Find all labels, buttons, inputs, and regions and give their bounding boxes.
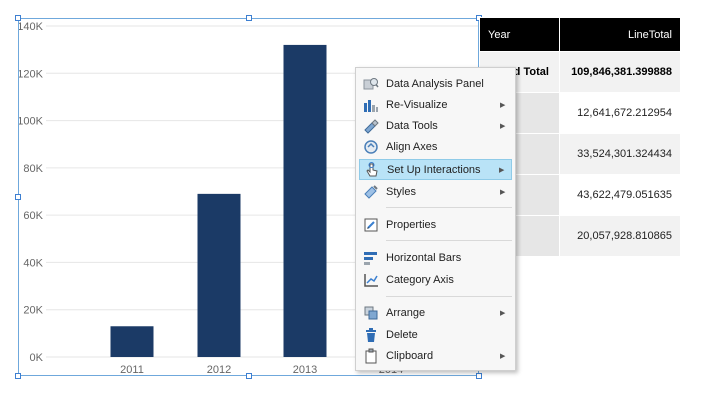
data-analysis-panel-icon xyxy=(363,76,379,92)
menu-item-label: Arrange xyxy=(386,306,426,319)
menu-item-label: Clipboard xyxy=(386,349,434,362)
resize-handle-bottom[interactable] xyxy=(246,373,252,379)
menu-item-horizontal-bars[interactable]: Horizontal Bars xyxy=(359,247,512,268)
arrange-icon xyxy=(363,305,379,321)
table-cell-linetotal: 43,622,479.051635 xyxy=(559,174,681,216)
submenu-arrow-icon: ▶ xyxy=(500,352,506,360)
resize-handle-top-left[interactable] xyxy=(15,15,21,21)
align-axes-icon xyxy=(363,139,379,155)
grand-total-value: 109,846,381.399888 xyxy=(559,51,681,93)
submenu-arrow-icon: ▶ xyxy=(500,122,506,130)
menu-item-set-up-interactions[interactable]: Set Up Interactions ▶ xyxy=(359,159,512,180)
menu-item-label: Align Axes xyxy=(386,140,438,153)
submenu-arrow-icon: ▶ xyxy=(499,166,505,174)
properties-icon xyxy=(363,217,379,233)
horizontal-bars-icon xyxy=(363,250,379,266)
menu-item-arrange[interactable]: Arrange ▶ xyxy=(359,302,512,323)
menu-item-properties[interactable]: Properties xyxy=(359,214,512,235)
column-header-linetotal[interactable]: LineTotal xyxy=(559,17,681,52)
menu-separator xyxy=(386,296,512,297)
menu-item-label: Data Analysis Panel xyxy=(386,77,484,90)
menu-item-label: Properties xyxy=(386,218,437,231)
menu-item-category-axis[interactable]: Category Axis xyxy=(359,269,512,290)
menu-item-label: Category Axis xyxy=(386,273,454,286)
menu-item-label: Horizontal Bars xyxy=(386,251,462,264)
resize-handle-left[interactable] xyxy=(15,194,21,200)
menu-item-label: Re-Visualize xyxy=(386,98,448,111)
menu-item-data-analysis-panel[interactable]: Data Analysis Panel xyxy=(359,73,512,94)
styles-icon xyxy=(363,184,379,200)
menu-item-clipboard[interactable]: Clipboard ▶ xyxy=(359,345,512,366)
menu-separator xyxy=(386,207,512,208)
submenu-arrow-icon: ▶ xyxy=(500,101,506,109)
menu-item-label: Set Up Interactions xyxy=(387,163,481,176)
submenu-arrow-icon: ▶ xyxy=(500,309,506,317)
submenu-arrow-icon: ▶ xyxy=(500,188,506,196)
table-cell-linetotal: 12,641,672.212954 xyxy=(559,92,681,134)
menu-item-data-tools[interactable]: Data Tools ▶ xyxy=(359,115,512,136)
menu-item-label: Delete xyxy=(386,328,418,341)
context-menu: Data Analysis Panel Re-Visualize ▶ Data … xyxy=(355,67,516,371)
menu-item-label: Data Tools xyxy=(386,119,438,132)
menu-item-label: Styles xyxy=(386,185,416,198)
clipboard-icon xyxy=(363,348,379,364)
resize-handle-bottom-left[interactable] xyxy=(15,373,21,379)
menu-item-delete[interactable]: Delete xyxy=(359,324,512,345)
delete-icon xyxy=(363,327,379,343)
resize-handle-top[interactable] xyxy=(246,15,252,21)
table-header-row: Year LineTotal xyxy=(479,17,681,52)
set-up-interactions-icon xyxy=(364,161,380,178)
resize-handle-bottom-right[interactable] xyxy=(476,373,482,379)
menu-item-align-axes[interactable]: Align Axes xyxy=(359,136,512,157)
category-axis-icon xyxy=(363,272,379,288)
table-cell-linetotal: 33,524,301.324434 xyxy=(559,133,681,175)
column-header-year[interactable]: Year xyxy=(479,17,560,52)
table-cell-linetotal: 20,057,928.810865 xyxy=(559,215,681,257)
re-visualize-icon xyxy=(363,97,379,113)
menu-item-re-visualize[interactable]: Re-Visualize ▶ xyxy=(359,94,512,115)
menu-item-styles[interactable]: Styles ▶ xyxy=(359,181,512,202)
menu-separator xyxy=(386,240,512,241)
data-tools-icon xyxy=(363,118,379,134)
